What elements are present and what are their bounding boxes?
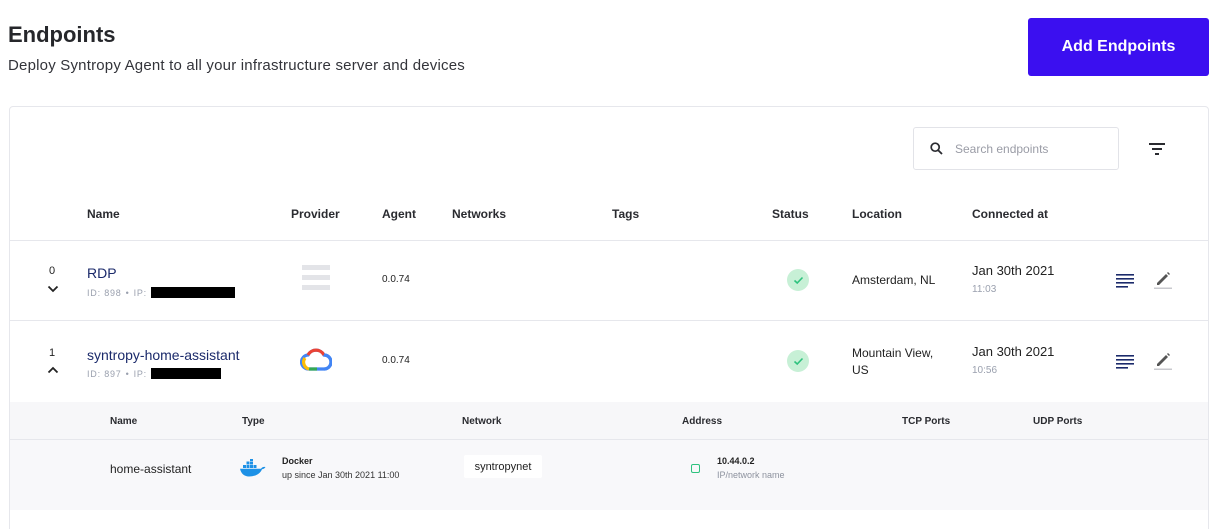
column-header-agent[interactable]: Agent bbox=[382, 207, 416, 221]
separator-dot: • bbox=[125, 287, 130, 298]
services-header-name: Name bbox=[110, 416, 138, 427]
endpoint-ip-label: IP: bbox=[133, 368, 147, 379]
column-header-connected-at[interactable]: Connected at bbox=[972, 207, 1048, 221]
edit-icon[interactable] bbox=[1153, 350, 1173, 370]
page-title: Endpoints bbox=[8, 22, 116, 47]
service-row: home-assistant Docker up since Jan 30th … bbox=[10, 439, 1208, 510]
endpoint-name[interactable]: syntropy-home-assistant bbox=[87, 347, 240, 363]
endpoint-id: ID: 898 bbox=[87, 287, 122, 298]
location: Mountain View, US bbox=[852, 345, 933, 379]
connected-date: Jan 30th 2021 bbox=[972, 263, 1055, 278]
status-badge bbox=[787, 269, 809, 291]
endpoint-id: ID: 897 bbox=[87, 368, 122, 379]
connected-time: 10:56 bbox=[972, 365, 998, 376]
column-header-location[interactable]: Location bbox=[852, 207, 902, 221]
services-header-udp-ports: UDP Ports bbox=[1033, 416, 1083, 427]
redacted-ip bbox=[150, 368, 221, 379]
chevron-down-icon[interactable] bbox=[47, 285, 59, 293]
divider bbox=[10, 240, 1208, 241]
endpoint-ip-label: IP: bbox=[133, 287, 147, 298]
location-line: Mountain View, bbox=[852, 346, 934, 360]
endpoint-meta: ID: 898 • IP: bbox=[87, 287, 235, 298]
column-header-tags[interactable]: Tags bbox=[612, 207, 639, 221]
address-checkbox[interactable] bbox=[691, 464, 700, 473]
endpoint-name[interactable]: RDP bbox=[87, 265, 117, 281]
column-header-provider[interactable]: Provider bbox=[291, 207, 340, 221]
services-header-network: Network bbox=[462, 416, 502, 427]
location: Amsterdam, NL bbox=[852, 273, 936, 287]
column-header-name[interactable]: Name bbox=[87, 207, 120, 221]
add-endpoints-button[interactable]: Add Endpoints bbox=[1028, 18, 1209, 76]
separator-dot: • bbox=[125, 368, 130, 379]
search-box[interactable] bbox=[913, 127, 1119, 170]
connected-date: Jan 30th 2021 bbox=[972, 344, 1055, 359]
divider bbox=[10, 320, 1208, 321]
edit-icon[interactable] bbox=[1153, 269, 1173, 289]
services-panel: Name Type Network Address TCP Ports UDP … bbox=[10, 402, 1208, 510]
search-input[interactable] bbox=[955, 141, 1105, 156]
service-address: 10.44.0.2 bbox=[717, 456, 755, 466]
column-header-status[interactable]: Status bbox=[772, 207, 809, 221]
agent-version: 0.0.74 bbox=[382, 355, 410, 366]
check-icon bbox=[793, 357, 803, 365]
docker-icon bbox=[240, 459, 266, 477]
service-address-detail: IP/network name bbox=[717, 470, 785, 480]
logs-icon[interactable] bbox=[1115, 352, 1135, 372]
endpoint-meta: ID: 897 • IP: bbox=[87, 368, 221, 379]
service-type: Docker bbox=[282, 456, 313, 466]
row-index: 1 bbox=[49, 347, 56, 359]
search-icon bbox=[930, 142, 943, 155]
agent-version: 0.0.74 bbox=[382, 274, 410, 285]
redacted-ip bbox=[150, 287, 235, 298]
status-badge bbox=[787, 350, 809, 372]
service-name: home-assistant bbox=[110, 462, 192, 476]
services-header-address: Address bbox=[682, 416, 723, 427]
google-cloud-icon bbox=[300, 348, 332, 371]
filter-icon[interactable] bbox=[1148, 141, 1166, 157]
check-icon bbox=[793, 276, 803, 284]
endpoints-table-card: Name Provider Agent Networks Tags Status… bbox=[9, 106, 1209, 529]
location-line: US bbox=[852, 363, 869, 377]
logs-icon[interactable] bbox=[1115, 271, 1135, 291]
generic-server-icon bbox=[302, 265, 330, 290]
page-subtitle: Deploy Syntropy Agent to all your infras… bbox=[8, 57, 465, 74]
network-chip[interactable]: syntropynet bbox=[464, 455, 542, 478]
column-header-networks[interactable]: Networks bbox=[452, 207, 506, 221]
connected-time: 11:03 bbox=[972, 284, 997, 295]
services-header-type: Type bbox=[242, 416, 265, 427]
services-header-tcp-ports: TCP Ports bbox=[902, 416, 951, 427]
chevron-up-icon[interactable] bbox=[47, 366, 59, 374]
row-index: 0 bbox=[49, 265, 56, 277]
service-type-detail: up since Jan 30th 2021 11:00 bbox=[282, 470, 400, 480]
